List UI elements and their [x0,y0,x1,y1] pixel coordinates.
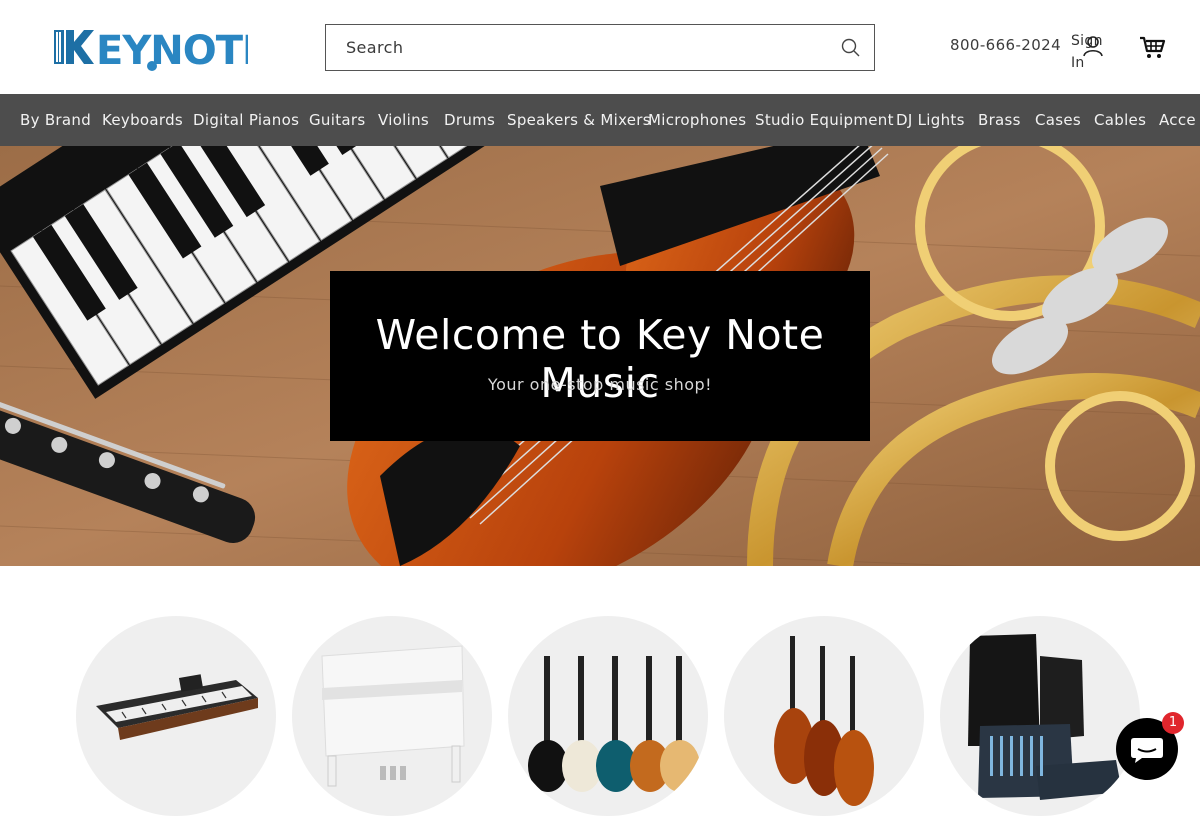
category-violins[interactable] [724,616,924,816]
search-bar [325,24,875,71]
search-icon[interactable] [840,37,862,59]
nav-item-dj-lights[interactable]: DJ Lights [896,94,965,146]
keyboard-image [96,674,258,740]
nav-item-violins[interactable]: Violins [378,94,429,146]
keynote-logo[interactable]: EYNOTE [52,22,269,74]
nav-item-microphones[interactable]: Microphones [648,94,746,146]
hero-text-box: Welcome to Key Note Music Your one-stop … [330,271,870,441]
user-icon[interactable] [1081,34,1105,58]
category-section [0,566,1200,816]
hero-banner: Welcome to Key Note Music Your one-stop … [0,146,1200,566]
category-guitars[interactable] [508,616,708,816]
violins-image [774,636,874,806]
site-header: EYNOTE 800-666-2024 Sign In [0,0,1200,94]
nav-item-keyboards[interactable]: Keyboards [102,94,183,146]
nav-item-drums[interactable]: Drums [444,94,495,146]
nav-item-by-brand[interactable]: By Brand [20,94,91,146]
hero-subtitle: Your one-stop music shop! [487,375,713,394]
svg-text:EYNOTE: EYNOTE [96,28,248,74]
nav-item-guitars[interactable]: Guitars [309,94,365,146]
main-nav: By Brand Keyboards Digital Pianos Guitar… [0,94,1200,146]
nav-item-accessories[interactable]: Acce [1159,94,1196,146]
phone-number[interactable]: 800-666-2024 [950,36,1061,54]
nav-item-studio-equipment[interactable]: Studio Equipment [755,94,894,146]
nav-item-brass[interactable]: Brass [978,94,1021,146]
digital-piano-image [321,645,465,787]
category-speakers-mixers[interactable] [940,616,1140,816]
speakers-mixer-image [968,634,1122,800]
chat-notification-badge: 1 [1162,712,1184,734]
nav-item-cables[interactable]: Cables [1094,94,1146,146]
nav-item-speakers-mixers[interactable]: Speakers & Mixers [507,94,651,146]
search-input[interactable] [326,25,826,70]
nav-item-cases[interactable]: Cases [1035,94,1081,146]
category-keyboards[interactable] [76,616,276,816]
cart-icon[interactable] [1138,33,1166,61]
guitars-image [528,656,700,792]
nav-item-digital-pianos[interactable]: Digital Pianos [193,94,299,146]
category-digital-pianos[interactable] [292,616,492,816]
